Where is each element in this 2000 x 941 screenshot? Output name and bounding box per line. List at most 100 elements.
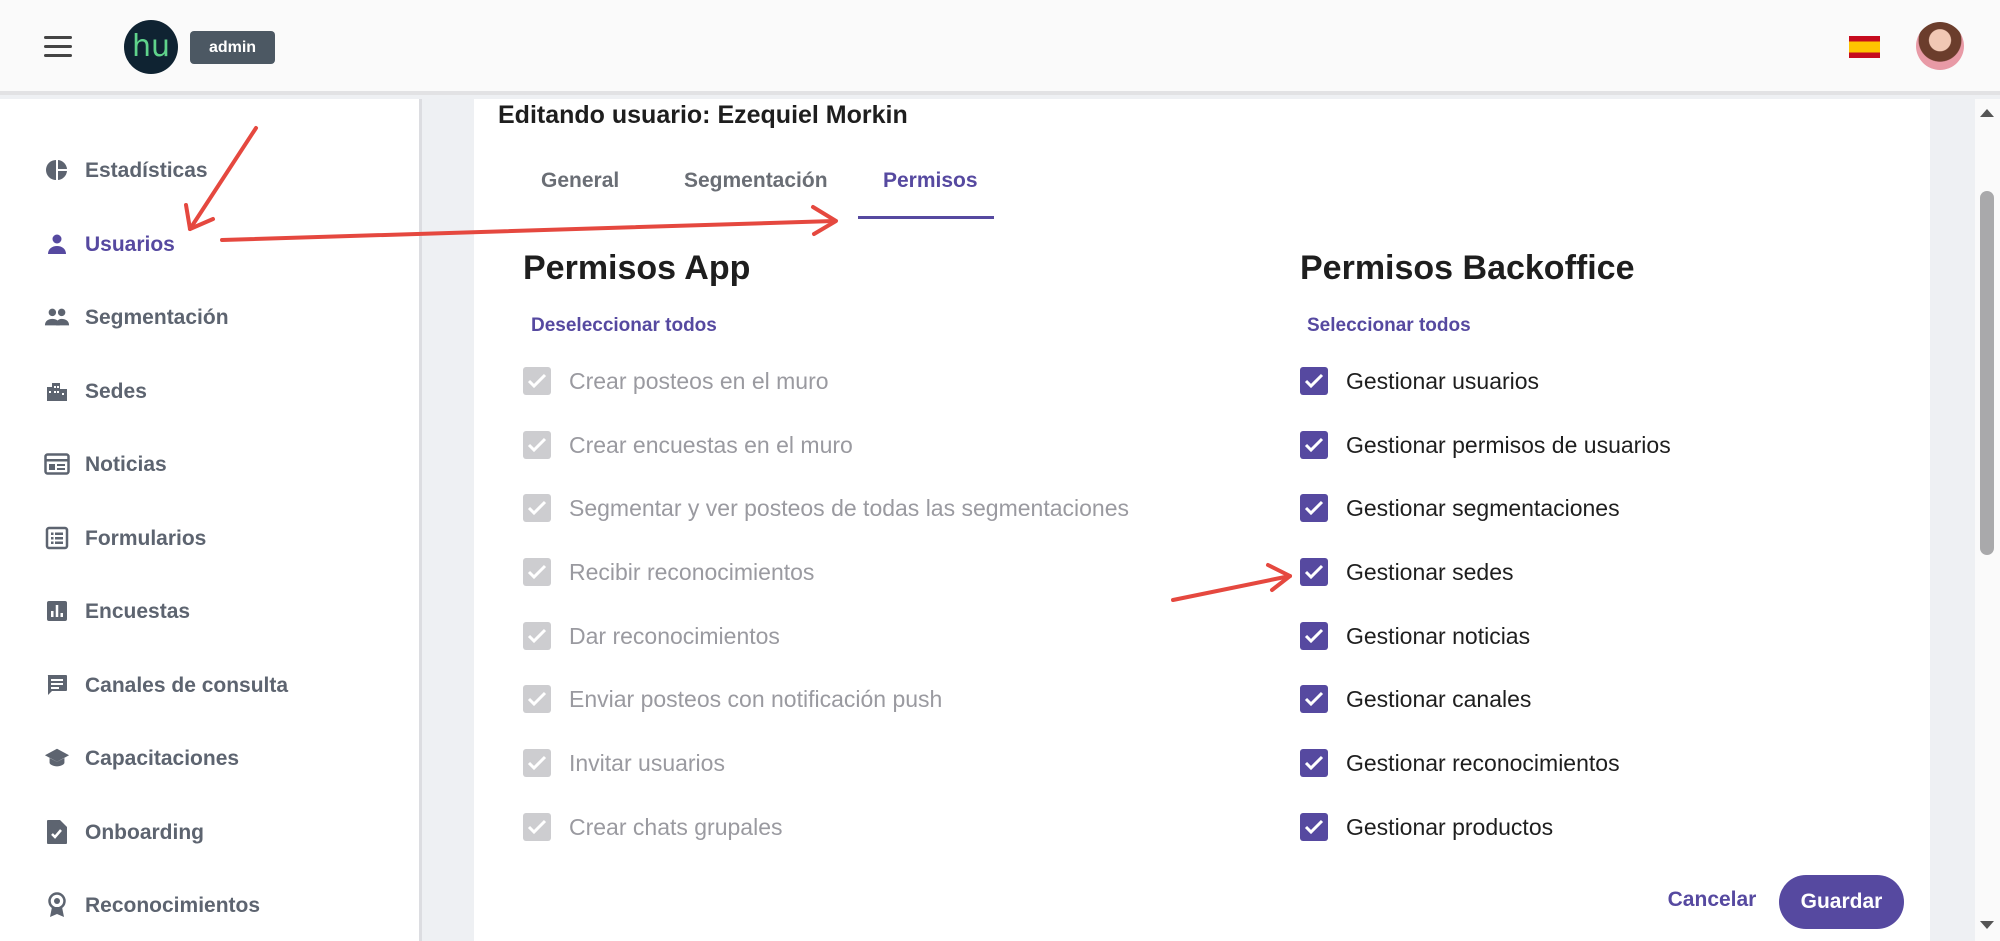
backoffice-permission-row[interactable]: Gestionar sedes (1300, 552, 1513, 592)
checkbox-checked[interactable] (1300, 558, 1328, 586)
permission-label: Recibir reconocimientos (569, 558, 815, 585)
scroll-down-arrow-icon[interactable] (1980, 921, 1994, 929)
graduation-cap-icon (44, 746, 70, 770)
backoffice-permission-row[interactable]: Gestionar permisos de usuarios (1300, 425, 1671, 465)
newspaper-icon (44, 452, 70, 476)
backoffice-permission-row[interactable]: Gestionar reconocimientos (1300, 743, 1620, 783)
app-permission-row[interactable]: Invitar usuarios (523, 743, 725, 783)
sidebar-item-noticias[interactable]: Noticias (0, 439, 420, 489)
permission-label: Gestionar reconocimientos (1346, 749, 1620, 776)
checkbox-checked-disabled[interactable] (523, 813, 551, 841)
building-icon (44, 379, 70, 403)
app-permission-row[interactable]: Dar reconocimientos (523, 616, 780, 656)
checkbox-checked[interactable] (1300, 749, 1328, 777)
sidebar-item-label: Capacitaciones (85, 747, 240, 770)
sidebar-item-formularios[interactable]: Formularios (0, 513, 420, 563)
form-list-icon (44, 526, 70, 550)
checkbox-checked-disabled[interactable] (523, 558, 551, 586)
checkbox-checked[interactable] (1300, 685, 1328, 713)
sidebar-item-estadisticas[interactable]: Estadísticas (0, 145, 420, 195)
sidebar-item-label: Noticias (85, 453, 167, 476)
backoffice-permission-row[interactable]: Gestionar segmentaciones (1300, 488, 1620, 528)
backoffice-permission-row[interactable]: Gestionar noticias (1300, 616, 1530, 656)
deselect-all-link[interactable]: Deseleccionar todos (531, 315, 717, 337)
sidebar-item-segmentacion[interactable]: Segmentación (0, 292, 420, 342)
active-tab-indicator (858, 216, 994, 219)
spain-flag-icon[interactable] (1849, 36, 1880, 58)
top-bar: hu admin (0, 0, 2000, 95)
sidebar-item-encuestas[interactable]: Encuestas (0, 586, 420, 636)
checkbox-checked[interactable] (1300, 431, 1328, 459)
bar-chart-icon (44, 599, 70, 623)
permission-label: Gestionar sedes (1346, 558, 1514, 585)
permission-label: Gestionar permisos de usuarios (1346, 431, 1671, 458)
tab-permisos[interactable]: Permisos (883, 169, 978, 193)
app-permissions-title: Permisos App (523, 249, 751, 287)
app-logo[interactable]: hu (124, 20, 178, 74)
permission-label: Gestionar noticias (1346, 622, 1531, 649)
permission-label: Dar reconocimientos (569, 622, 780, 649)
sidebar-item-canales-de-consulta[interactable]: Canales de consulta (0, 660, 420, 710)
app-permission-row[interactable]: Crear posteos en el muro (523, 361, 829, 401)
sidebar-item-label: Canales de consulta (85, 674, 289, 697)
sidebar-item-label: Reconocimientos (85, 894, 261, 917)
permission-label: Invitar usuarios (569, 749, 725, 776)
sidebar-item-label: Usuarios (85, 233, 175, 256)
backoffice-permission-row[interactable]: Gestionar canales (1300, 679, 1531, 719)
app-permission-row[interactable]: Recibir reconocimientos (523, 552, 814, 592)
backoffice-permission-row[interactable]: Gestionar productos (1300, 807, 1553, 847)
permission-label: Gestionar usuarios (1346, 367, 1540, 394)
checkbox-checked[interactable] (1300, 367, 1328, 395)
page-scrollbar[interactable] (1975, 99, 2000, 941)
award-icon (44, 892, 70, 917)
checkbox-checked[interactable] (1300, 622, 1328, 650)
tab-general[interactable]: General (541, 169, 619, 193)
checkbox-checked-disabled[interactable] (523, 494, 551, 522)
sidebar-item-reconocimientos[interactable]: Reconocimientos (0, 880, 420, 930)
page-title: Editando usuario: Ezequiel Morkin (498, 101, 908, 129)
select-all-link[interactable]: Seleccionar todos (1307, 315, 1471, 337)
scroll-up-arrow-icon[interactable] (1980, 109, 1994, 117)
permission-label: Crear encuestas en el muro (569, 431, 853, 458)
chat-icon (44, 673, 70, 697)
checkbox-checked-disabled[interactable] (523, 622, 551, 650)
tab-segmentacion[interactable]: Segmentación (684, 169, 828, 193)
permission-label: Segmentar y ver posteos de todas las seg… (569, 494, 1129, 521)
pie-chart-icon (44, 158, 70, 182)
backoffice-permission-row[interactable]: Gestionar usuarios (1300, 361, 1539, 401)
checkbox-checked[interactable] (1300, 813, 1328, 841)
permission-label: Gestionar productos (1346, 813, 1554, 840)
edit-user-card: Editando usuario: Ezequiel Morkin Genera… (474, 99, 1930, 941)
checkbox-checked-disabled[interactable] (523, 685, 551, 713)
save-button[interactable]: Guardar (1779, 875, 1904, 929)
app-permission-row[interactable]: Segmentar y ver posteos de todas las seg… (523, 488, 1129, 528)
app-permission-row[interactable]: Crear chats grupales (523, 807, 783, 847)
checkbox-checked-disabled[interactable] (523, 367, 551, 395)
app-permission-row[interactable]: Enviar posteos con notificación push (523, 679, 942, 719)
permission-label: Gestionar segmentaciones (1346, 494, 1620, 521)
backoffice-permissions-title: Permisos Backoffice (1300, 249, 1635, 287)
hamburger-menu-icon[interactable] (44, 36, 72, 58)
sidebar-item-label: Encuestas (85, 600, 191, 623)
cancel-button[interactable]: Cancelar (1657, 875, 1767, 925)
permission-label: Enviar posteos con notificación push (569, 685, 943, 712)
sidebar-item-label: Onboarding (85, 821, 204, 844)
sidebar-item-label: Sedes (85, 380, 147, 403)
scrollbar-thumb[interactable] (1980, 191, 1994, 555)
checkbox-checked-disabled[interactable] (523, 431, 551, 459)
sidebar-item-sedes[interactable]: Sedes (0, 366, 420, 416)
sidebar-item-usuarios[interactable]: Usuarios (0, 219, 420, 269)
sidebar-item-onboarding[interactable]: Onboarding (0, 807, 420, 857)
checkbox-checked[interactable] (1300, 494, 1328, 522)
person-icon (44, 232, 70, 256)
sidebar-item-capacitaciones[interactable]: Capacitaciones (0, 733, 420, 783)
permission-label: Gestionar canales (1346, 685, 1532, 712)
sidebar-item-label: Segmentación (85, 306, 229, 329)
role-badge: admin (190, 31, 275, 64)
app-permission-row[interactable]: Crear encuestas en el muro (523, 425, 853, 465)
group-icon (44, 305, 70, 329)
checkbox-checked-disabled[interactable] (523, 749, 551, 777)
sidebar: Estadísticas Usuarios Segmentación Sedes… (0, 99, 422, 941)
document-check-icon (44, 820, 70, 844)
user-avatar[interactable] (1916, 22, 1964, 70)
